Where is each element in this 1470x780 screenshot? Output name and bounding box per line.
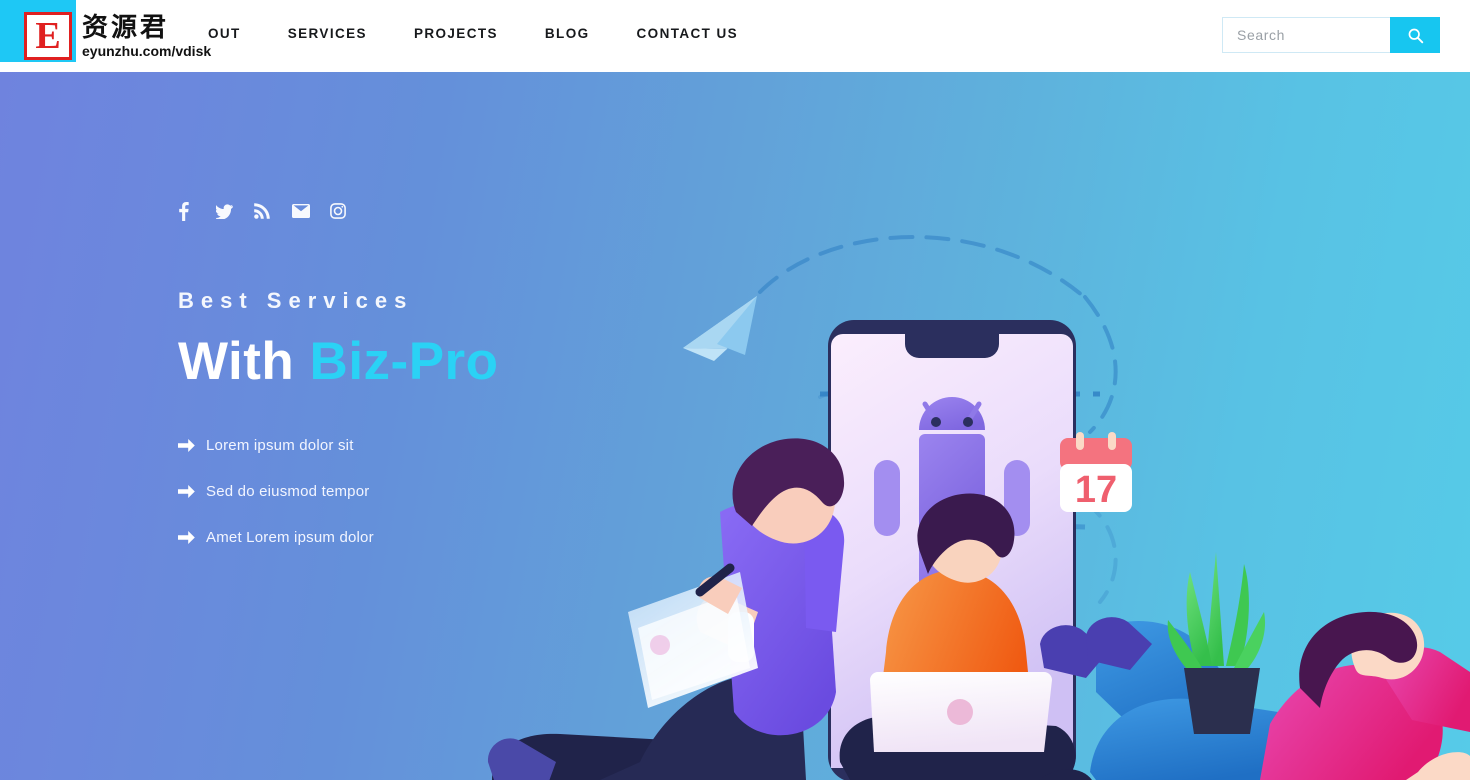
nav-item-projects[interactable]: PROJECTS bbox=[414, 26, 498, 41]
search-button[interactable] bbox=[1390, 17, 1440, 53]
instagram-glyph bbox=[330, 203, 346, 219]
facebook-icon[interactable] bbox=[178, 196, 216, 226]
logo-url: eyunzhu.com/vdisk bbox=[82, 42, 212, 59]
hero-feature-list: Lorem ipsum dolor sit Sed do eiusmod tem… bbox=[178, 426, 698, 556]
search-icon bbox=[1408, 28, 1423, 43]
nav-item-out[interactable]: OUT bbox=[208, 26, 241, 41]
hero-title-main: With bbox=[178, 332, 310, 391]
dashed-line-group bbox=[794, 391, 1100, 530]
hero-subtitle: Best Services bbox=[178, 288, 414, 313]
hero-content: Best Services With Biz-Pro Lorem ipsum d… bbox=[178, 196, 698, 556]
page-root: E 资源君 eyunzhu.com/vdisk OUT SERVICES PRO… bbox=[0, 0, 1470, 780]
search-box bbox=[1222, 17, 1440, 53]
logo-mark-icon: E bbox=[24, 12, 72, 60]
hero-section: 17 Best Services With Biz-Pro Lorem ipsu… bbox=[0, 72, 1470, 780]
hero-list-item-label: Lorem ipsum dolor sit bbox=[206, 436, 354, 454]
person-laptop-illustration bbox=[839, 493, 1092, 780]
phone-illustration bbox=[828, 320, 1076, 780]
rss-glyph bbox=[254, 203, 270, 219]
calendar-day-number: 17 bbox=[1075, 469, 1117, 511]
logo-name-cn: 资源君 bbox=[82, 12, 170, 43]
twitter-icon[interactable] bbox=[216, 196, 254, 226]
search-input[interactable] bbox=[1222, 17, 1390, 53]
social-links bbox=[178, 196, 698, 226]
nav-item-contact-us[interactable]: CONTACT US bbox=[637, 26, 739, 41]
twitter-glyph bbox=[216, 203, 233, 219]
facebook-glyph bbox=[179, 201, 189, 221]
hero-list-item[interactable]: Sed do eiusmod tempor bbox=[178, 472, 698, 510]
calendar-illustration: 17 bbox=[1060, 432, 1132, 512]
nav-item-services[interactable]: SERVICES bbox=[288, 26, 367, 41]
hero-list-item-label: Amet Lorem ipsum dolor bbox=[206, 528, 374, 546]
hero-title: With Biz-Pro bbox=[178, 332, 698, 392]
android-robot-icon bbox=[874, 397, 1030, 616]
site-logo[interactable]: E 资源君 eyunzhu.com/vdisk bbox=[24, 12, 211, 68]
dashed-arc-group bbox=[758, 235, 1118, 604]
arrow-right-icon bbox=[178, 484, 206, 498]
hero-list-item[interactable]: Amet Lorem ipsum dolor bbox=[178, 518, 698, 556]
arrow-right-icon bbox=[178, 438, 206, 452]
hero-list-item-label: Sed do eiusmod tempor bbox=[206, 482, 370, 500]
email-icon[interactable] bbox=[292, 196, 330, 226]
envelope-glyph bbox=[292, 204, 310, 218]
hero-list-item[interactable]: Lorem ipsum dolor sit bbox=[178, 426, 698, 464]
site-header: E 资源君 eyunzhu.com/vdisk OUT SERVICES PRO… bbox=[0, 0, 1470, 72]
main-navigation: OUT SERVICES PROJECTS BLOG CONTACT US bbox=[208, 26, 738, 41]
instagram-icon[interactable] bbox=[330, 196, 368, 226]
logo-text-block: 资源君 eyunzhu.com/vdisk bbox=[82, 12, 211, 60]
nav-item-blog[interactable]: BLOG bbox=[545, 26, 590, 41]
person-lying-illustration bbox=[1040, 552, 1470, 780]
arrow-right-icon bbox=[178, 530, 206, 544]
rss-icon[interactable] bbox=[254, 196, 292, 226]
plant-illustration bbox=[1167, 552, 1266, 734]
logo-mark-letter: E bbox=[35, 15, 61, 57]
hero-title-accent: Biz-Pro bbox=[309, 332, 499, 391]
